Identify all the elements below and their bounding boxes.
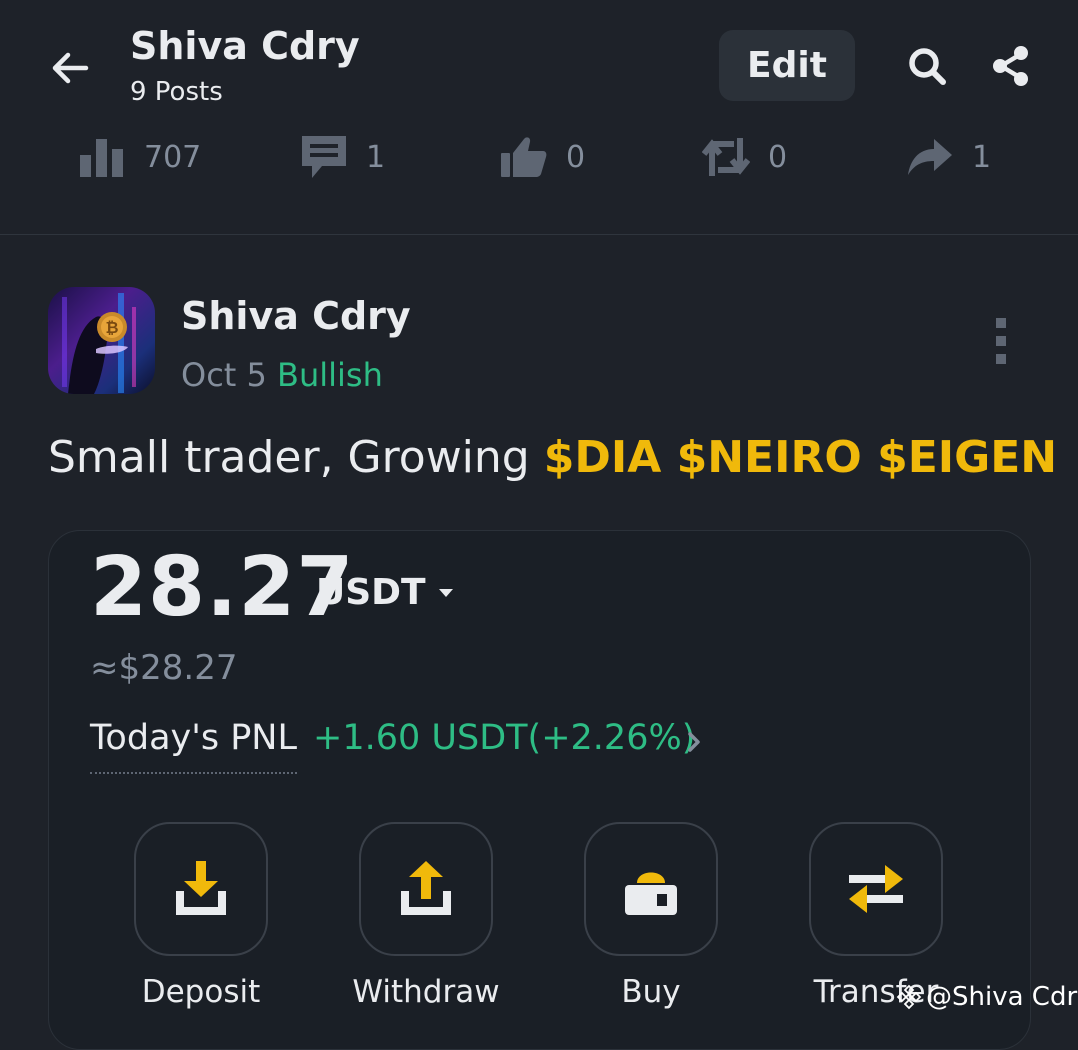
bar-chart-icon <box>80 139 123 177</box>
reposts-count: 0 <box>768 139 788 175</box>
comment-icon <box>302 136 346 178</box>
pnl-value: +1.60 USDT(+2.26%) <box>313 718 696 758</box>
svg-text:₿: ₿ <box>105 318 118 337</box>
post-text: Small trader, Growing $DIA $NEIRO $EIGEN <box>48 432 1057 483</box>
watermark: @Shiva Cdry <box>896 982 1078 1012</box>
balance-amount: 28.27 <box>90 540 355 635</box>
comments-count: 1 <box>366 139 386 175</box>
deposit-icon <box>176 861 226 915</box>
thumbs-up-icon <box>501 137 547 177</box>
search-icon <box>909 48 946 85</box>
more-vertical-icon <box>996 318 1006 364</box>
post-author[interactable]: Shiva Cdry <box>181 294 411 338</box>
search-button[interactable] <box>905 44 949 88</box>
deposit-label: Deposit <box>141 974 261 1010</box>
back-button[interactable] <box>48 46 92 90</box>
more-options-button[interactable] <box>990 316 1014 368</box>
withdraw-label: Withdraw <box>352 974 500 1010</box>
pnl-details-button[interactable] <box>684 728 706 756</box>
post-date: Oct 5 <box>181 356 267 394</box>
likes-count: 0 <box>566 139 586 175</box>
cashtag-eigen[interactable]: $EIGEN <box>877 432 1057 483</box>
forward-arrow-icon <box>908 139 952 175</box>
fiat-equivalent: ≈$28.27 <box>90 648 238 688</box>
withdraw-button[interactable] <box>359 822 493 956</box>
buy-icon <box>625 872 677 915</box>
edit-button[interactable]: Edit <box>719 30 855 101</box>
cashtag-dia[interactable]: $DIA <box>544 432 662 483</box>
sentiment-badge: Bullish <box>277 356 383 394</box>
chevron-right-icon <box>688 732 700 752</box>
deposit-button[interactable] <box>134 822 268 956</box>
watermark-text: @Shiva Cdry <box>926 982 1078 1012</box>
binance-logo-icon <box>896 984 922 1010</box>
share-icon <box>993 46 1028 86</box>
buy-button[interactable] <box>584 822 718 956</box>
views-stat[interactable]: 707 <box>78 134 201 180</box>
transfer-icon <box>849 865 903 913</box>
reposts-stat[interactable]: 0 <box>702 134 787 180</box>
header-divider <box>0 234 1078 235</box>
withdraw-icon <box>401 861 451 915</box>
share-button[interactable] <box>990 44 1032 88</box>
views-count: 707 <box>144 139 202 175</box>
shares-count: 1 <box>972 139 992 175</box>
likes-stat[interactable]: 0 <box>500 134 585 180</box>
profile-title: Shiva Cdry <box>130 24 360 68</box>
pnl-label[interactable]: Today's PNL <box>90 718 297 774</box>
posts-count: 9 Posts <box>130 77 223 107</box>
shares-stat[interactable]: 1 <box>906 134 991 180</box>
transfer-button[interactable] <box>809 822 943 956</box>
buy-label: Buy <box>621 974 681 1010</box>
avatar[interactable]: ₿ <box>48 287 155 394</box>
repost-icon <box>702 138 750 176</box>
currency-selector[interactable]: USDT <box>316 572 454 613</box>
cashtag-neiro[interactable]: $NEIRO <box>677 432 862 483</box>
comments-stat[interactable]: 1 <box>300 134 385 180</box>
caret-down-icon <box>438 588 453 597</box>
currency-label: USDT <box>316 572 426 613</box>
post-text-plain: Small trader, Growing <box>48 432 544 483</box>
back-arrow-icon <box>52 52 89 84</box>
